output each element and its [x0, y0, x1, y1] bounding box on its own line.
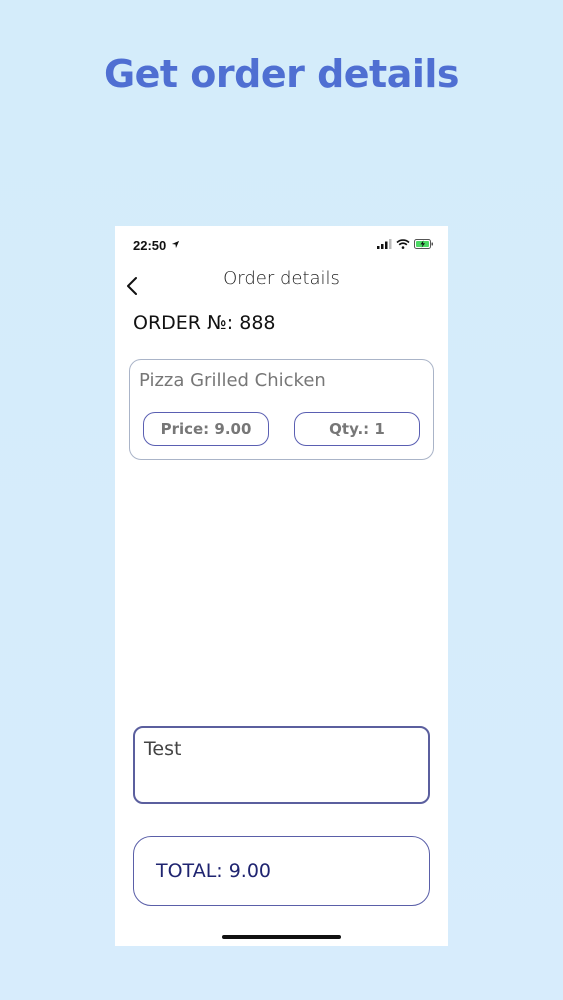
navigation-bar: Order details — [115, 264, 448, 310]
battery-charging-icon — [414, 239, 433, 249]
location-arrow-icon — [171, 240, 180, 249]
status-icons — [377, 239, 434, 249]
cellular-signal-icon — [377, 239, 392, 249]
home-indicator — [222, 935, 341, 939]
item-qty-badge: Qty.: 1 — [294, 412, 420, 446]
order-comment-field[interactable]: Test — [133, 726, 430, 804]
item-name: Pizza Grilled Chicken — [139, 370, 326, 391]
order-number: ORDER №: 888 — [133, 312, 276, 334]
phone-screen: 22:50 Order details ORDER №: 888 Pizza G… — [115, 226, 448, 946]
status-time: 22:50 — [133, 238, 167, 253]
status-bar: 22:50 — [115, 226, 448, 264]
wifi-icon — [396, 239, 410, 249]
promo-headline: Get order details — [103, 52, 460, 96]
page-title: Order details — [223, 268, 340, 289]
order-total: TOTAL: 9.00 — [133, 836, 430, 906]
order-item-card: Pizza Grilled Chicken Price: 9.00 Qty.: … — [129, 359, 434, 460]
item-price-badge: Price: 9.00 — [143, 412, 269, 446]
